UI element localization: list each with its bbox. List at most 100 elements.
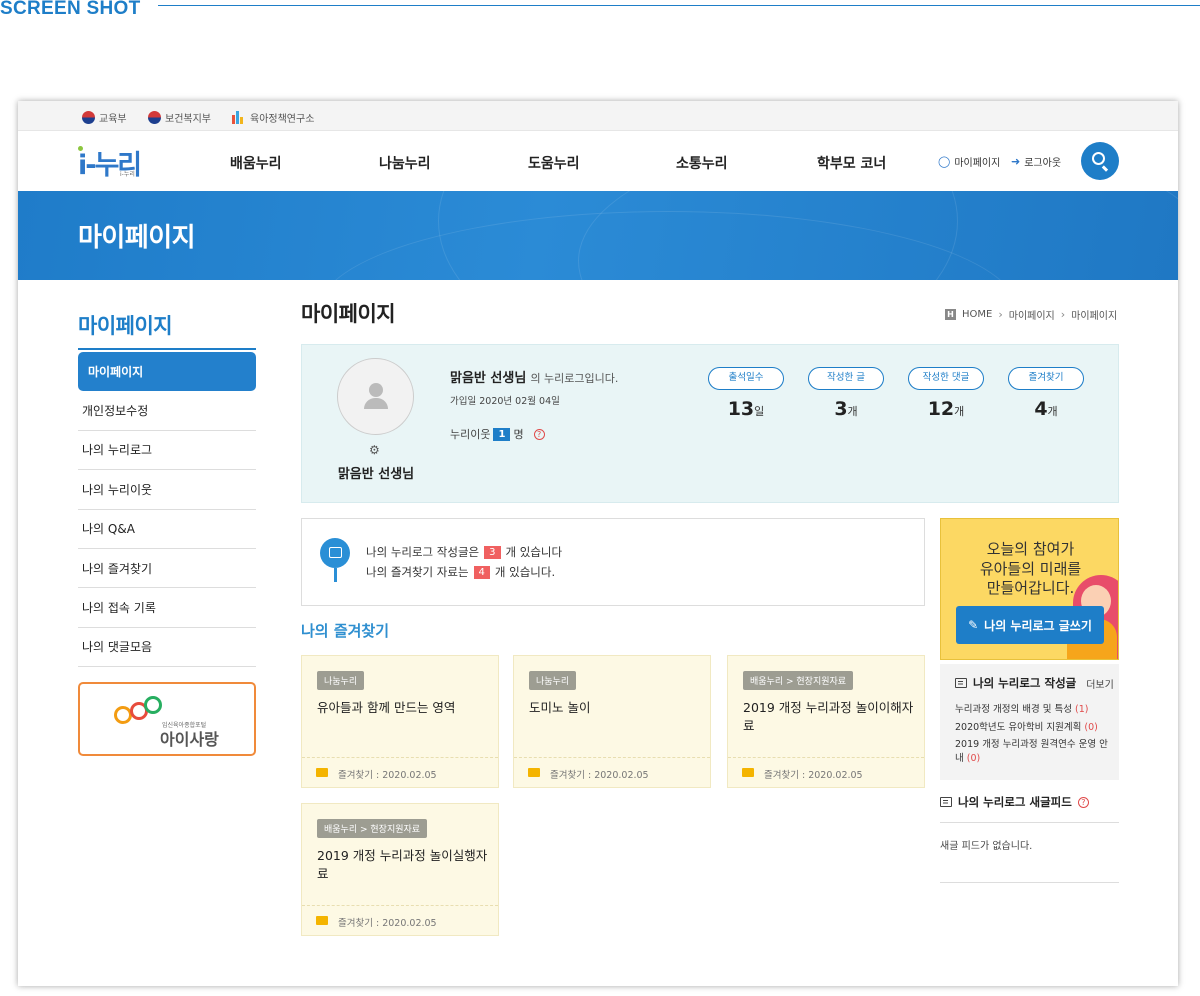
logout-link[interactable]: ➜ 로그아웃 [1011, 154, 1061, 169]
list-item[interactable]: 2020학년도 유아학비 지원계획 (0) [955, 721, 1110, 735]
org-label: 육아정책연구소 [250, 114, 315, 125]
folder-icon [528, 768, 540, 777]
help-icon[interactable]: ? [533, 428, 545, 440]
user-icon: ◯ [938, 155, 951, 168]
card-divider [302, 905, 498, 906]
new-feed-title: 나의 누리로그 새글피드 [958, 795, 1072, 809]
gear-icon[interactable]: ⚙ [369, 443, 380, 457]
list-item[interactable]: 누리과정 개정의 배경 및 특성 (1) [955, 703, 1110, 717]
chevron-right-icon: › [998, 308, 1003, 321]
notice-favorites-count: 4 [473, 565, 490, 579]
stat-posts: 작성한 글 3개 [808, 367, 884, 420]
nav-menu-parents[interactable]: 학부모 코너 [817, 153, 886, 173]
sidebar-item-edit-profile[interactable]: 개인정보수정 [78, 391, 256, 431]
stat-favorites: 즐겨찾기 4개 [1008, 367, 1084, 420]
logout-link-label: 로그아웃 [1024, 158, 1062, 169]
sidebar-item-favorites[interactable]: 나의 즐겨찾기 [78, 549, 256, 589]
org-link-moe[interactable]: 교육부 [82, 110, 127, 125]
post-title: 2020학년도 유아학비 지원계획 [955, 721, 1082, 733]
mypage-link-label: 마이페이지 [954, 158, 1001, 169]
stat-attendance-button[interactable]: 출석일수 [708, 367, 784, 390]
search-button[interactable] [1081, 142, 1119, 180]
folder-icon [316, 916, 328, 925]
folder-icon [316, 768, 328, 777]
card-divider [302, 757, 498, 758]
gov-emblem-icon [82, 111, 95, 124]
nav-menu-nanum[interactable]: 나눔누리 [379, 153, 431, 173]
notice-text: 나의 즐겨찾기 자료는 [366, 565, 469, 579]
favorite-card[interactable]: 나눔누리 유아들과 함께 만드는 영역 즐겨찾기 : 2020.02.05 [301, 655, 499, 788]
neighbor-count: 누리이웃 1 명 ? [450, 426, 545, 442]
profile-greeting: 맑음반 선생님 의 누리로그입니다. [450, 367, 618, 386]
stat-value: 13 [727, 398, 755, 420]
mypage-link[interactable]: ◯ 마이페이지 [938, 154, 1000, 169]
sidebar-menu: 마이페이지 개인정보수정 나의 누리로그 나의 누리이웃 나의 Q&A 나의 즐… [78, 352, 256, 668]
notice-favorites-line: 나의 즐겨찾기 자료는 4 개 있습니다. [366, 564, 555, 580]
new-feed-header: 나의 누리로그 새글피드 ? [940, 794, 1119, 823]
isarang-title: 아이사랑 [160, 730, 219, 749]
notice-posts-line: 나의 누리로그 작성글은 3 개 있습니다 [366, 544, 562, 560]
org-link-mohw[interactable]: 보건복지부 [148, 110, 211, 125]
main-navigation: i-누리 i-누리 배움누리 나눔누리 도움누리 소통누리 학부모 코너 ◯ 마… [18, 131, 1178, 191]
breadcrumb-current: 마이페이지 [1071, 311, 1118, 322]
avatar-placeholder-icon [369, 383, 383, 397]
favorite-category-tag: 나눔누리 [317, 671, 365, 690]
nav-menu-baeum[interactable]: 배움누리 [230, 153, 282, 173]
screenshot-label: SCREEN SHOT [0, 0, 1200, 20]
page-title: 마이페이지 [301, 302, 396, 326]
pen-icon: ✎ [968, 618, 979, 632]
favorite-title: 2019 개정 누리과정 놀이실행자료 [317, 848, 488, 881]
breadcrumb: H HOME › 마이페이지 › 마이페이지 [945, 307, 1117, 322]
favorite-date: 즐겨찾기 : 2020.02.05 [338, 918, 437, 929]
notice-posts-count: 3 [484, 545, 501, 559]
stat-posts-button[interactable]: 작성한 글 [808, 367, 884, 390]
write-nurilog-button[interactable]: ✎ 나의 누리로그 글쓰기 [956, 606, 1104, 644]
page-banner: 마이페이지 [18, 191, 1178, 280]
favorite-card[interactable]: 배움누리 > 현장지원자료 2019 개정 누리과정 놀이실행자료 즐겨찾기 :… [301, 803, 499, 936]
write-promo-banner: 오늘의 참여가 유아들의 미래를 만들어갑니다. ✎ 나의 누리로그 글쓰기 [940, 518, 1119, 660]
favorite-category-tag: 배움누리 > 현장지원자료 [317, 819, 428, 838]
stat-value: 3 [834, 398, 848, 420]
neighbor-unit: 명 [513, 428, 524, 441]
favorite-card[interactable]: 배움누리 > 현장지원자료 2019 개정 누리과정 놀이이해자료 즐겨찾기 :… [727, 655, 925, 788]
list-item[interactable]: 2019 개정 누리과정 원격연수 운영 안내 (0) [955, 738, 1110, 765]
megaphone-icon [320, 538, 350, 568]
avatar-placeholder-icon-body [364, 398, 388, 409]
sidebar-item-neighbors[interactable]: 나의 누리이웃 [78, 470, 256, 510]
notice-text: 개 있습니다. [494, 565, 556, 579]
neighbor-count-badge[interactable]: 1 [493, 427, 511, 441]
sidebar-item-comments[interactable]: 나의 댓글모음 [78, 628, 256, 668]
greeting-name: 맑음반 선생님 [450, 371, 527, 386]
profile-summary: ⚙ 맑음반 선생님 맑음반 선생님 의 누리로그입니다. 가입일 2020년 0… [301, 344, 1119, 503]
stat-comments-button[interactable]: 작성한 댓글 [908, 367, 984, 390]
sidebar-item-mypage[interactable]: 마이페이지 [78, 352, 256, 392]
stat-attendance-value: 13일 [708, 398, 784, 420]
my-posts-more-link[interactable]: 더보기 [1086, 676, 1114, 691]
list-icon [955, 678, 967, 688]
site-logo[interactable]: i-누리 i-누리 [78, 143, 142, 181]
sidebar-item-qna[interactable]: 나의 Q&A [78, 510, 256, 549]
screenshot-label-rule [158, 5, 1200, 6]
favorite-category-tag: 나눔누리 [529, 671, 577, 690]
help-icon[interactable]: ? [1077, 796, 1089, 808]
isarang-banner[interactable]: 임신육아종합포털 아이사랑 [78, 682, 256, 756]
new-feed-empty-message: 새글 피드가 없습니다. [940, 823, 1119, 883]
favorite-card[interactable]: 나눔누리 도미노 놀이 즐겨찾기 : 2020.02.05 [513, 655, 711, 788]
home-icon: H [945, 309, 956, 320]
favorite-title: 2019 개정 누리과정 놀이이해자료 [743, 700, 914, 733]
my-posts-panel: 나의 누리로그 작성글 더보기 누리과정 개정의 배경 및 특성 (1) 202… [940, 664, 1119, 780]
chevron-right-icon: › [1060, 308, 1066, 321]
breadcrumb-level1[interactable]: 마이페이지 [1009, 307, 1055, 322]
sidebar-item-access-log[interactable]: 나의 접속 기록 [78, 588, 256, 628]
stat-favorites-button[interactable]: 즐겨찾기 [1008, 367, 1084, 390]
stat-unit: 개 [954, 405, 965, 418]
nav-menu-sotong[interactable]: 소통누리 [676, 153, 728, 173]
stat-comments: 작성한 댓글 12개 [908, 367, 984, 420]
sidebar-item-nurilog[interactable]: 나의 누리로그 [78, 431, 256, 471]
nav-menu-doum[interactable]: 도움누리 [528, 153, 580, 173]
kicce-logo-icon [232, 111, 246, 124]
write-nurilog-button-label: 나의 누리로그 글쓰기 [984, 618, 1092, 633]
org-link-kicce[interactable]: 육아정책연구소 [232, 110, 314, 125]
breadcrumb-home[interactable]: HOME [962, 309, 992, 320]
logo-subtext: i-누리 [120, 171, 135, 178]
